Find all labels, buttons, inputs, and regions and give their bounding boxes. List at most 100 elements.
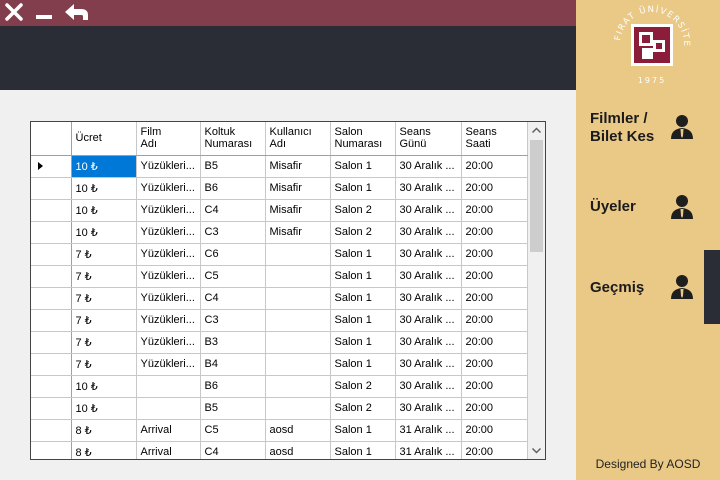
hall-number-cell[interactable]: Salon 1 [330,287,396,310]
session-time-cell[interactable]: 20:00 [461,331,528,354]
table-row[interactable]: 10 ₺ Yüzükleri... B6 Misafir Salon 1 30 Aralı… [31,177,528,200]
row-header[interactable] [31,397,72,420]
row-header[interactable] [31,287,72,310]
scroll-up-icon[interactable] [528,122,545,139]
seat-number-cell[interactable]: C5 [200,265,266,288]
seat-number-cell[interactable]: B5 [200,397,266,420]
price-cell[interactable]: 10 ₺ [71,199,137,222]
seat-number-cell[interactable]: C5 [200,419,266,442]
row-header[interactable] [31,375,72,398]
session-time-cell[interactable]: 20:00 [461,375,528,398]
user-name-cell[interactable] [265,353,331,376]
user-name-cell[interactable] [265,397,331,420]
session-time-cell[interactable]: 20:00 [461,155,528,178]
user-name-cell[interactable] [265,243,331,266]
row-header[interactable] [31,199,72,222]
price-cell[interactable]: 7 ₺ [71,243,137,266]
user-name-cell[interactable]: Misafir [265,177,331,200]
price-cell[interactable]: 10 ₺ [71,221,137,244]
price-cell[interactable]: 7 ₺ [71,353,137,376]
price-cell[interactable]: 10 ₺ [71,375,137,398]
session-time-cell[interactable]: 20:00 [461,353,528,376]
price-cell[interactable]: 8 ₺ [71,419,137,442]
user-name-cell[interactable] [265,265,331,288]
session-day-cell[interactable]: 30 Aralık ... [395,221,462,244]
row-header[interactable] [31,177,72,200]
session-day-cell[interactable]: 30 Aralık ... [395,155,462,178]
user-name-cell[interactable] [265,375,331,398]
table-row[interactable]: 8 ₺ Arrival C5 aosd Salon 1 31 Aralık ... 20:0… [31,419,528,442]
price-cell[interactable]: 7 ₺ [71,287,137,310]
film-name-cell[interactable] [136,397,201,420]
user-name-cell[interactable]: Misafir [265,221,331,244]
table-row[interactable]: 10 ₺ B6 Salon 2 30 Aralık ... 20:00 [31,375,528,398]
user-name-cell[interactable] [265,287,331,310]
price-cell[interactable]: 10 ₺ [71,155,137,178]
table-row[interactable]: 8 ₺ Arrival C4 aosd Salon 1 31 Aralık ... 20:0… [31,441,528,459]
hall-number-cell[interactable]: Salon 2 [330,375,396,398]
column-header[interactable]: Ücret [71,122,137,156]
seat-number-cell[interactable]: C4 [200,199,266,222]
hall-number-cell[interactable]: Salon 1 [330,441,396,459]
column-header[interactable]: Seans Saati [461,122,528,156]
film-name-cell[interactable]: Yüzükleri... [136,265,201,288]
session-time-cell[interactable]: 20:00 [461,177,528,200]
seat-number-cell[interactable]: C4 [200,287,266,310]
session-time-cell[interactable]: 20:00 [461,199,528,222]
film-name-cell[interactable]: Arrival [136,419,201,442]
film-name-cell[interactable]: Yüzükleri... [136,331,201,354]
history-grid[interactable]: Ücret Film Adı Koltuk Numarası Kullanıcı Adı Sa… [30,121,546,460]
minimize-button[interactable] [32,2,56,24]
hall-number-cell[interactable]: Salon 2 [330,199,396,222]
user-name-cell[interactable]: Misafir [265,155,331,178]
seat-number-cell[interactable]: B3 [200,331,266,354]
session-time-cell[interactable]: 20:00 [461,419,528,442]
scrollbar-thumb[interactable] [530,140,543,252]
row-header[interactable] [31,441,72,459]
sidebar-item-uyeler[interactable]: Üyeler [576,188,720,248]
film-name-cell[interactable] [136,375,201,398]
column-header[interactable]: Seans Günü [395,122,462,156]
user-name-cell[interactable] [265,331,331,354]
hall-number-cell[interactable]: Salon 1 [330,243,396,266]
session-time-cell[interactable]: 20:00 [461,243,528,266]
seat-number-cell[interactable]: C3 [200,221,266,244]
session-day-cell[interactable]: 30 Aralık ... [395,199,462,222]
row-header[interactable] [31,243,72,266]
row-header[interactable] [31,353,72,376]
table-row[interactable]: 10 ₺ Yüzükleri... C4 Misafir Salon 2 30 Aralı… [31,199,528,222]
corner-header[interactable] [31,122,72,156]
hall-number-cell[interactable]: Salon 1 [330,155,396,178]
hall-number-cell[interactable]: Salon 1 [330,419,396,442]
table-row[interactable]: 7 ₺ Yüzükleri... B4 Salon 1 30 Aralık ... 20:… [31,353,528,376]
user-name-cell[interactable]: aosd [265,419,331,442]
seat-number-cell[interactable]: B4 [200,353,266,376]
table-row[interactable]: 10 ₺ Yüzükleri... B5 Misafir Salon 1 30 Aralı… [31,155,528,178]
session-day-cell[interactable]: 30 Aralık ... [395,287,462,310]
table-row[interactable]: 10 ₺ Yüzükleri... C3 Misafir Salon 2 30 Aralı… [31,221,528,244]
hall-number-cell[interactable]: Salon 1 [330,353,396,376]
user-name-cell[interactable]: Misafir [265,199,331,222]
film-name-cell[interactable]: Yüzükleri... [136,309,201,332]
price-cell[interactable]: 7 ₺ [71,309,137,332]
user-name-cell[interactable] [265,309,331,332]
row-header[interactable] [31,265,72,288]
sidebar-item-filmler[interactable]: Filmler / Bilet Kes [576,108,720,168]
session-day-cell[interactable]: 30 Aralık ... [395,353,462,376]
session-time-cell[interactable]: 20:00 [461,441,528,459]
hall-number-cell[interactable]: Salon 1 [330,265,396,288]
film-name-cell[interactable]: Yüzükleri... [136,243,201,266]
price-cell[interactable]: 7 ₺ [71,331,137,354]
table-row[interactable]: 7 ₺ Yüzükleri... C4 Salon 1 30 Aralık ... 20:… [31,287,528,310]
row-header[interactable] [31,331,72,354]
row-header[interactable] [31,419,72,442]
price-cell[interactable]: 7 ₺ [71,265,137,288]
seat-number-cell[interactable]: B6 [200,375,266,398]
film-name-cell[interactable]: Yüzükleri... [136,353,201,376]
seat-number-cell[interactable]: C3 [200,309,266,332]
film-name-cell[interactable]: Yüzükleri... [136,221,201,244]
film-name-cell[interactable]: Yüzükleri... [136,177,201,200]
seat-number-cell[interactable]: B5 [200,155,266,178]
film-name-cell[interactable]: Yüzükleri... [136,199,201,222]
hall-number-cell[interactable]: Salon 2 [330,397,396,420]
